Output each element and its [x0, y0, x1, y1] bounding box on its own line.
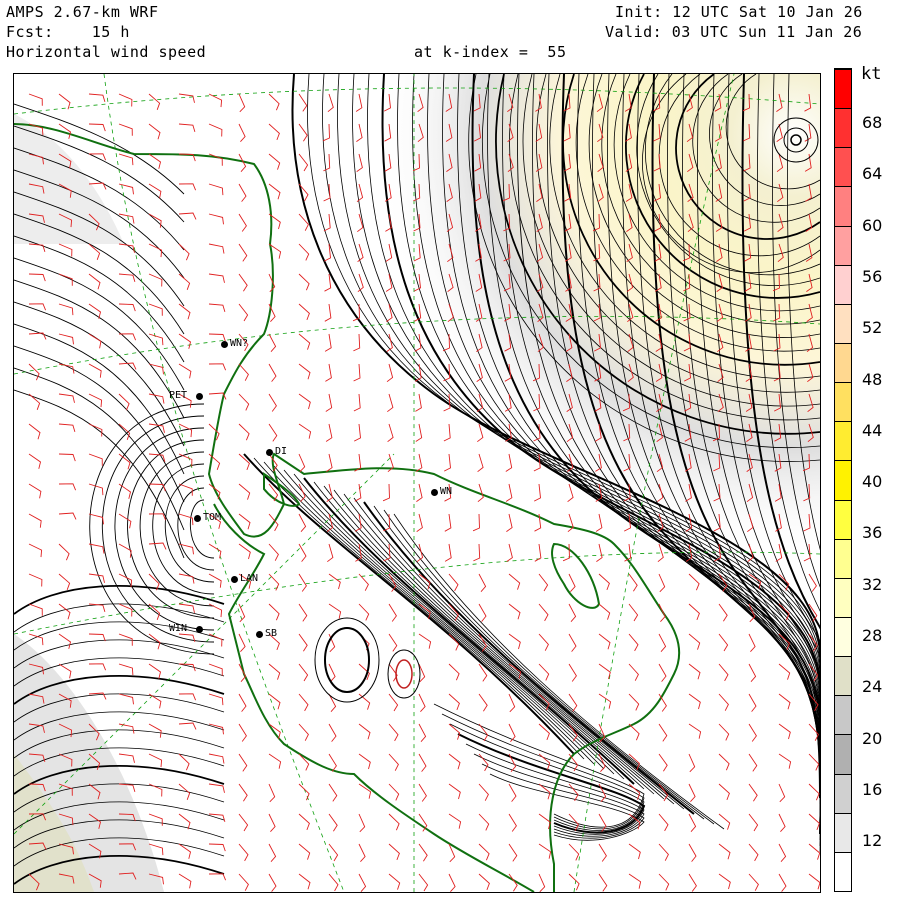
colorbar-tick-label: 44 — [862, 420, 883, 440]
field-name: Horizontal wind speed — [6, 43, 207, 61]
colorbar-segment — [835, 186, 851, 226]
station-label: LAN — [240, 573, 259, 584]
colorbar-segment — [835, 460, 851, 500]
colorbar-segment — [835, 773, 851, 813]
colorbar-segment — [835, 421, 851, 461]
wind-map[interactable]: WN? PET DI TOM LAN WIN SB WN — [13, 73, 821, 893]
colorbar-tick-label: 16 — [862, 779, 883, 799]
colorbar-tick-label: 24 — [862, 677, 883, 697]
colorbar-tick-label: 36 — [862, 523, 883, 543]
colorbar-segment — [835, 303, 851, 343]
colorbar-segment — [835, 577, 851, 617]
colorbar-tick-label: 52 — [862, 318, 883, 338]
colorbar-segment — [835, 147, 851, 187]
colorbar-segment — [835, 499, 851, 539]
colorbar-segment — [835, 617, 851, 657]
colorbar-segment — [835, 343, 851, 383]
colorbar-segment — [835, 734, 851, 774]
station-marker[interactable] — [231, 576, 238, 583]
station-label: WN? — [230, 338, 249, 349]
station-marker[interactable] — [256, 631, 263, 638]
colorbar-tick-label: 64 — [862, 164, 883, 184]
station-label: DI — [275, 446, 288, 457]
colorbar-segment — [835, 538, 851, 578]
station-label: PET — [169, 390, 188, 401]
model-title: AMPS 2.67-km WRF — [6, 3, 159, 21]
colorbar-tick-label: 56 — [862, 266, 883, 286]
colorbar-tick-label: 20 — [862, 728, 883, 748]
station-label: SB — [265, 628, 278, 639]
station-marker[interactable] — [221, 341, 228, 348]
valid-time: Valid: 03 UTC Sun 11 Jan 26 — [605, 23, 863, 41]
colorbar-tick-label: 28 — [862, 626, 883, 645]
colorbar-segment — [835, 69, 851, 109]
init-time: Init: 12 UTC Sat 10 Jan 26 — [615, 3, 863, 21]
station-label: WN — [440, 486, 453, 497]
colorbar-segment — [835, 382, 851, 422]
map-canvas — [14, 74, 820, 892]
colorbar-unit: kt — [861, 64, 882, 84]
station-marker[interactable] — [431, 489, 438, 496]
colorbar-segment — [835, 656, 851, 696]
colorbar-segment — [835, 264, 851, 304]
station-marker[interactable] — [266, 449, 273, 456]
colorbar-tick-label: 12 — [862, 831, 883, 851]
station-marker[interactable] — [196, 393, 203, 400]
colorbar-tick-label: 68 — [862, 113, 883, 132]
station-label: WIN — [169, 623, 188, 634]
colorbar-segment — [835, 108, 851, 148]
colorbar-tick-label: 60 — [862, 215, 883, 235]
level-label: at k-index = 55 — [414, 43, 567, 61]
colorbar-segment — [835, 851, 851, 891]
colorbar-segment — [835, 225, 851, 265]
colorbar-tick-label: 40 — [862, 472, 883, 492]
forecast-hour: Fcst: 15 h — [6, 23, 130, 41]
colorbar-tick-label: 48 — [862, 369, 883, 389]
colorbar-segment — [835, 695, 851, 735]
colorbar-segment — [835, 812, 851, 852]
colorbar-tick-label: 32 — [862, 574, 883, 594]
station-marker[interactable] — [196, 626, 203, 633]
station-label: TOM — [203, 512, 222, 523]
station-marker[interactable] — [194, 515, 201, 522]
color-scale — [834, 68, 852, 892]
